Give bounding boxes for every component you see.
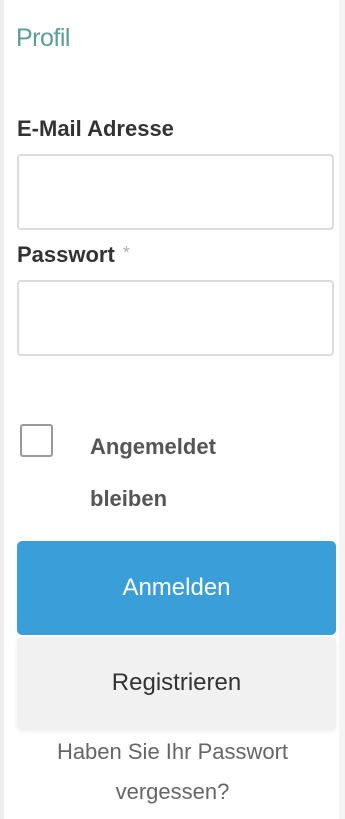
password-input[interactable]: [17, 280, 334, 356]
required-marker: *: [122, 243, 130, 263]
register-button[interactable]: Registrieren: [17, 637, 336, 729]
email-label: E-Mail Adresse: [17, 116, 174, 142]
remember-me-label-line2: bleiben: [90, 486, 168, 511]
panel-title: Profil: [16, 24, 70, 52]
forgot-password-line2: vergessen?: [115, 779, 230, 804]
password-label: Passwort *: [17, 242, 130, 268]
forgot-password-link[interactable]: Haben Sie Ihr Passwort vergessen?: [0, 732, 345, 812]
remember-me-label-line1: Angemeldet: [90, 434, 216, 459]
profile-panel: Profil E-Mail Adresse Passwort * Angemeld…: [0, 0, 339, 819]
email-input[interactable]: [17, 154, 334, 230]
login-button[interactable]: Anmelden: [17, 541, 336, 635]
password-label-text: Passwort: [17, 242, 115, 267]
email-label-text: E-Mail Adresse: [17, 116, 174, 141]
remember-me-label[interactable]: Angemeldet bleiben: [90, 421, 320, 525]
forgot-password-line1: Haben Sie Ihr Passwort: [56, 739, 289, 764]
remember-me-checkbox[interactable]: [20, 424, 53, 457]
